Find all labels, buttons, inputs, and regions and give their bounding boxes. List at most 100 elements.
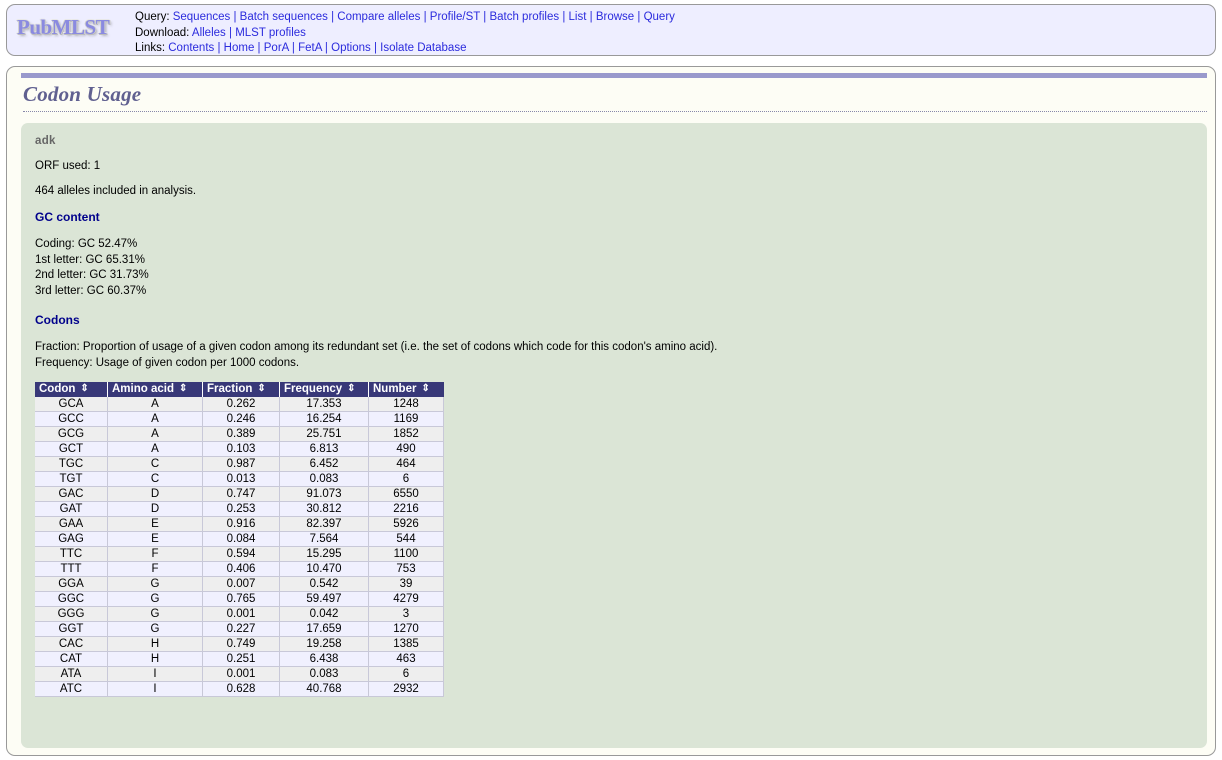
cell-amino-acid: C: [107, 456, 203, 473]
gc-3rd-letter: 3rd letter: GC 60.37%: [35, 285, 147, 298]
cell-number: 1270: [368, 621, 444, 638]
cell-codon: GGC: [35, 591, 108, 608]
cell-number: 6550: [368, 486, 444, 503]
table-row: GAC D 0.747 91.073 6550: [35, 486, 444, 503]
table-row: TGC C 0.987 6.452 464: [35, 456, 444, 473]
cell-amino-acid: A: [107, 411, 203, 428]
nav-link-contents[interactable]: Contents: [168, 42, 214, 54]
nav-link-profile-st[interactable]: Profile/ST: [430, 11, 480, 23]
header-nav: Query: Sequences | Batch sequences | Com…: [135, 9, 675, 57]
cell-frequency: 0.083: [279, 666, 369, 683]
codon-table-head: Codon ⇕ Amino acid ⇕ Fraction ⇕ Frequency ⇕ …: [35, 382, 444, 398]
sort-icon[interactable]: ⇕: [80, 384, 88, 394]
sort-icon[interactable]: ⇕: [257, 384, 265, 394]
cell-frequency: 6.438: [279, 651, 369, 668]
column-header-amino-acid[interactable]: Amino acid ⇕: [107, 382, 203, 398]
gc-content-values: Coding: GC 52.47% 1st letter: GC 65.31% …: [35, 237, 1193, 300]
cell-codon: ATC: [35, 681, 108, 698]
table-header-row: Codon ⇕ Amino acid ⇕ Fraction ⇕ Frequency ⇕ …: [35, 382, 444, 398]
sort-icon[interactable]: ⇕: [421, 384, 429, 394]
cell-fraction: 0.628: [202, 681, 280, 698]
nav-link-mlst-profiles[interactable]: MLST profiles: [235, 27, 306, 39]
alleles-included-line: 464 alleles included in analysis.: [35, 185, 197, 197]
cell-frequency: 19.258: [279, 636, 369, 653]
cell-codon: TTT: [35, 561, 108, 578]
cell-number: 6: [368, 471, 444, 488]
column-header-fraction[interactable]: Fraction ⇕: [202, 382, 280, 398]
column-header-codon[interactable]: Codon ⇕: [35, 382, 108, 398]
sort-icon[interactable]: ⇕: [179, 384, 187, 394]
cell-frequency: 0.083: [279, 471, 369, 488]
cell-amino-acid: H: [107, 636, 203, 653]
orf-used-line: ORF used: 1: [35, 160, 101, 172]
cell-frequency: 17.659: [279, 621, 369, 638]
column-header-codon-label: Codon: [39, 383, 76, 396]
cell-codon: ATA: [35, 666, 108, 683]
table-row: GCC A 0.246 16.254 1169: [35, 411, 444, 428]
cell-number: 1248: [368, 397, 444, 413]
nav-link-list[interactable]: List: [569, 11, 587, 23]
nav-link-pora[interactable]: PorA: [264, 42, 289, 54]
cell-amino-acid: G: [107, 606, 203, 623]
nav-row-download: Download: Alleles | MLST profiles: [135, 26, 306, 39]
nav-link-feta[interactable]: FetA: [298, 42, 322, 54]
cell-amino-acid: H: [107, 651, 203, 668]
logo-text: PubMLST: [17, 15, 110, 39]
table-row: CAC H 0.749 19.258 1385: [35, 636, 444, 653]
cell-number: 1385: [368, 636, 444, 653]
cell-amino-acid: E: [107, 531, 203, 548]
cell-codon: GCT: [35, 441, 108, 458]
cell-number: 463: [368, 651, 444, 668]
codon-usage-table: Codon ⇕ Amino acid ⇕ Fraction ⇕ Frequency ⇕ …: [35, 382, 444, 698]
table-row: ATA I 0.001 0.083 6: [35, 666, 444, 683]
cell-fraction: 0.916: [202, 516, 280, 533]
cell-fraction: 0.007: [202, 576, 280, 593]
cell-number: 2216: [368, 501, 444, 518]
column-header-number[interactable]: Number ⇕: [368, 382, 444, 398]
nav-link-compare-alleles[interactable]: Compare alleles: [337, 11, 420, 23]
cell-amino-acid: I: [107, 666, 203, 683]
gc-content-heading: GC content: [35, 210, 100, 224]
nav-link-sequences[interactable]: Sequences: [173, 11, 231, 23]
column-header-fraction-label: Fraction: [207, 383, 253, 396]
nav-link-isolate-database[interactable]: Isolate Database: [380, 42, 466, 54]
nav-link-query[interactable]: Query: [644, 11, 675, 23]
cell-amino-acid: F: [107, 561, 203, 578]
cell-fraction: 0.594: [202, 546, 280, 563]
cell-codon: GGA: [35, 576, 108, 593]
nav-link-browse[interactable]: Browse: [596, 11, 634, 23]
codon-legend: Fraction: Proportion of usage of a given…: [35, 340, 1193, 371]
main-panel: Codon Usage adk ORF used: 1 464 alleles …: [6, 66, 1216, 756]
column-header-frequency[interactable]: Frequency ⇕: [279, 382, 369, 398]
cell-amino-acid: G: [107, 576, 203, 593]
locus-name: adk: [35, 135, 56, 147]
cell-codon: GGG: [35, 606, 108, 623]
site-header: PubMLST Query: Sequences | Batch sequenc…: [6, 4, 1216, 56]
cell-fraction: 0.765: [202, 591, 280, 608]
cell-codon: TGT: [35, 471, 108, 488]
nav-link-home[interactable]: Home: [224, 42, 255, 54]
table-row: GCT A 0.103 6.813 490: [35, 441, 444, 458]
cell-codon: GAT: [35, 501, 108, 518]
nav-link-alleles[interactable]: Alleles: [192, 27, 226, 39]
cell-number: 544: [368, 531, 444, 548]
table-row: GCG A 0.389 25.751 1852: [35, 426, 444, 443]
cell-amino-acid: I: [107, 681, 203, 698]
cell-fraction: 0.253: [202, 501, 280, 518]
cell-codon: TTC: [35, 546, 108, 563]
table-row: TGT C 0.013 0.083 6: [35, 471, 444, 488]
cell-frequency: 7.564: [279, 531, 369, 548]
cell-fraction: 0.227: [202, 621, 280, 638]
cell-codon: GCG: [35, 426, 108, 443]
cell-fraction: 0.747: [202, 486, 280, 503]
nav-row-query-label: Query:: [135, 11, 170, 23]
nav-link-batch-sequences[interactable]: Batch sequences: [240, 11, 328, 23]
cell-frequency: 15.295: [279, 546, 369, 563]
sort-icon[interactable]: ⇕: [347, 384, 355, 394]
nav-link-batch-profiles[interactable]: Batch profiles: [489, 11, 559, 23]
nav-link-options[interactable]: Options: [331, 42, 371, 54]
cell-amino-acid: C: [107, 471, 203, 488]
page-title: Codon Usage: [23, 82, 1207, 112]
pubmlst-logo[interactable]: PubMLST: [11, 9, 135, 49]
nav-row-download-label: Download:: [135, 26, 190, 39]
